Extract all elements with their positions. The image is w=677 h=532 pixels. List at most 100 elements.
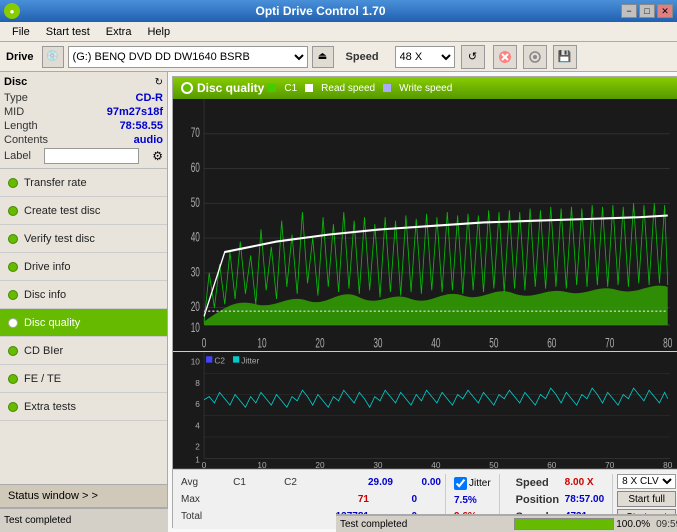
eject-button[interactable]: ⏏ — [312, 46, 334, 68]
title-bar: ● Opti Drive Control 1.70 − □ ✕ — [0, 0, 677, 22]
menu-file[interactable]: File — [4, 24, 38, 40]
nav-fe-te[interactable]: FE / TE — [0, 365, 167, 393]
nav-indicator — [8, 234, 18, 244]
write-speed-legend-color — [383, 84, 391, 92]
label-label: Label — [4, 150, 31, 162]
svg-text:70: 70 — [191, 126, 200, 141]
nav-disc-quality[interactable]: Disc quality — [0, 309, 167, 337]
avg-c2-value: 0.00 — [397, 477, 441, 488]
c2-col-header: C2 — [268, 477, 313, 488]
nav-label: Create test disc — [24, 205, 100, 217]
nav-indicator — [8, 374, 18, 384]
nav-label: Disc info — [24, 289, 66, 301]
svg-text:0: 0 — [202, 337, 207, 351]
start-full-button[interactable]: Start full — [617, 491, 676, 507]
svg-text:30: 30 — [373, 460, 383, 469]
minimize-button[interactable]: − — [621, 4, 637, 18]
svg-text:50: 50 — [489, 337, 498, 351]
avg-jitter-value: 7.5% — [454, 495, 491, 506]
nav-extra-tests[interactable]: Extra tests — [0, 393, 167, 421]
nav-label: CD BIer — [24, 345, 63, 357]
nav-transfer-rate[interactable]: Transfer rate — [0, 169, 167, 197]
restore-button[interactable]: □ — [639, 4, 655, 18]
app-progress-bar — [514, 518, 614, 530]
sidebar: Disc ↻ Type CD-R MID 97m27s18f Length 78… — [0, 72, 168, 508]
svg-text:0: 0 — [202, 460, 207, 469]
menu-help[interactable]: Help — [139, 24, 178, 40]
settings-button[interactable] — [523, 45, 547, 69]
length-label: Length — [4, 120, 38, 132]
svg-text:20: 20 — [315, 337, 324, 351]
menu-bar: File Start test Extra Help — [0, 22, 677, 42]
status-window-button[interactable]: Status window > > — [0, 484, 167, 508]
nav-verify-test-disc[interactable]: Verify test disc — [0, 225, 167, 253]
contents-label: Contents — [4, 134, 48, 146]
svg-text:Jitter: Jitter — [241, 356, 259, 366]
chart-icon — [181, 82, 193, 94]
sidebar-status-text: Test completed — [4, 515, 71, 526]
svg-text:40: 40 — [191, 231, 200, 246]
refresh-button[interactable]: ↺ — [461, 45, 485, 69]
disc-panel: Disc ↻ Type CD-R MID 97m27s18f Length 78… — [0, 72, 167, 169]
svg-text:30: 30 — [191, 265, 200, 280]
svg-text:1: 1 — [195, 455, 200, 465]
gear-icon[interactable]: ⚙ — [152, 149, 163, 163]
avg-label: Avg — [181, 477, 211, 488]
nav-drive-info[interactable]: Drive info — [0, 253, 167, 281]
close-button[interactable]: ✕ — [657, 4, 673, 18]
avg-c1-value: 29.09 — [349, 477, 393, 488]
nav-cd-bier[interactable]: CD BIer — [0, 337, 167, 365]
contents-value: audio — [134, 134, 163, 146]
nav-indicator — [8, 178, 18, 188]
menu-start-test[interactable]: Start test — [38, 24, 98, 40]
read-speed-legend-color — [305, 84, 313, 92]
app-status-text: Test completed — [340, 519, 514, 530]
max-c1-value: 71 — [325, 494, 369, 505]
lower-chart-svg: 10 8 6 4 2 1 10% 8% 6% 4% 2% 0 — [173, 352, 677, 469]
app-icon: ● — [4, 3, 20, 19]
chart-header: Disc quality C1 Read speed Write speed — [173, 77, 677, 99]
app-progress-text: 100.0% — [616, 519, 650, 530]
speed-select[interactable]: 48 X — [395, 46, 455, 68]
svg-text:10: 10 — [257, 337, 266, 351]
length-value: 78:58.55 — [120, 120, 163, 132]
speed-stat-label: Speed — [516, 477, 561, 489]
svg-text:50: 50 — [191, 196, 200, 211]
svg-text:50: 50 — [489, 460, 499, 469]
disc-section-title: Disc — [4, 76, 27, 88]
jitter-checkbox[interactable] — [454, 477, 467, 490]
menu-extra[interactable]: Extra — [98, 24, 140, 40]
nav-indicator — [8, 206, 18, 216]
clv-select[interactable]: 8 X CLV — [617, 474, 676, 489]
speed-stat-value: 8.00 X — [565, 477, 594, 488]
nav-indicator — [8, 402, 18, 412]
stats-c1-header-row — [325, 477, 345, 488]
type-label: Type — [4, 92, 28, 104]
svg-text:40: 40 — [431, 460, 441, 469]
app-time: 09:59 — [656, 519, 677, 530]
label-input[interactable] — [44, 148, 139, 164]
svg-text:4: 4 — [195, 421, 200, 431]
nav-label: FE / TE — [24, 373, 61, 385]
svg-text:60: 60 — [547, 460, 557, 469]
drive-label: Drive — [6, 51, 34, 63]
jitter-label: Jitter — [469, 478, 491, 489]
charts-container: 70 60 50 40 30 20 10 56 X 48 X 40 X 32 X… — [173, 99, 677, 469]
c1-legend-color — [268, 84, 276, 92]
disc-refresh-button[interactable]: ↻ — [155, 77, 163, 88]
svg-text:80: 80 — [663, 337, 672, 351]
nav-indicator — [8, 318, 18, 328]
nav-disc-info[interactable]: Disc info — [0, 281, 167, 309]
nav-create-test-disc[interactable]: Create test disc — [0, 197, 167, 225]
nav-label: Drive info — [24, 261, 70, 273]
nav-indicator — [8, 290, 18, 300]
svg-text:2: 2 — [195, 442, 200, 452]
sidebar-status-bar: Test completed — [0, 508, 168, 532]
drive-select[interactable]: (G:) BENQ DVD DD DW1640 BSRB — [68, 46, 308, 68]
nav-items: Transfer rate Create test disc Verify te… — [0, 169, 167, 484]
mid-value: 97m27s18f — [107, 106, 163, 118]
clear-button[interactable] — [493, 45, 517, 69]
save-button[interactable]: 💾 — [553, 45, 577, 69]
app-title: Opti Drive Control 1.70 — [20, 4, 621, 18]
mid-label: MID — [4, 106, 24, 118]
